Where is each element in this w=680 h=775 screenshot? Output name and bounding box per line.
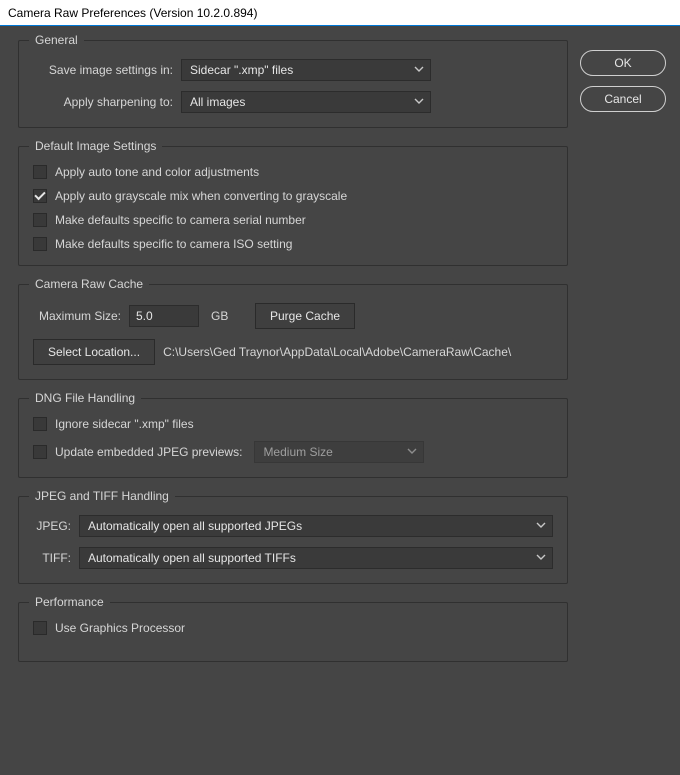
select-preview-size: Medium Size [254,441,424,463]
legend-general: General [29,33,84,47]
group-dng: DNG File Handling Ignore sidecar ".xmp" … [18,398,568,478]
select-tiff-handling[interactable]: Automatically open all supported TIFFs [79,547,553,569]
label-serial-specific: Make defaults specific to camera serial … [55,213,306,227]
action-buttons: OK Cancel [580,26,680,775]
cancel-button[interactable]: Cancel [580,86,666,112]
purge-cache-button[interactable]: Purge Cache [255,303,355,329]
select-preview-size-value: Medium Size [263,445,332,459]
window-title: Camera Raw Preferences (Version 10.2.0.8… [8,6,257,20]
label-auto-tone: Apply auto tone and color adjustments [55,165,259,179]
group-general: General Save image settings in: Sidecar … [18,40,568,128]
chevron-down-icon [414,92,424,112]
select-save-settings[interactable]: Sidecar ".xmp" files [181,59,431,81]
select-jpeg-handling[interactable]: Automatically open all supported JPEGs [79,515,553,537]
label-jpeg: JPEG: [33,519,71,533]
chevron-down-icon [536,516,546,536]
legend-performance: Performance [29,595,110,609]
checkbox-iso-specific[interactable] [33,237,47,251]
checkbox-ignore-sidecar[interactable] [33,417,47,431]
checkbox-auto-tone[interactable] [33,165,47,179]
legend-cache: Camera Raw Cache [29,277,149,291]
label-iso-specific: Make defaults specific to camera ISO set… [55,237,292,251]
label-max-size: Maximum Size: [33,309,121,323]
label-use-gpu: Use Graphics Processor [55,621,185,635]
label-auto-grayscale: Apply auto grayscale mix when converting… [55,189,347,203]
titlebar: Camera Raw Preferences (Version 10.2.0.8… [0,0,680,26]
label-tiff: TIFF: [33,551,71,565]
group-cache: Camera Raw Cache Maximum Size: GB Purge … [18,284,568,380]
select-location-button[interactable]: Select Location... [33,339,155,365]
ok-button[interactable]: OK [580,50,666,76]
label-gb-unit: GB [207,309,247,323]
input-max-size[interactable] [129,305,199,327]
label-save-settings: Save image settings in: [33,63,173,77]
checkbox-update-previews[interactable] [33,445,47,459]
label-sharpening: Apply sharpening to: [33,95,173,109]
chevron-down-icon [414,60,424,80]
select-save-settings-value: Sidecar ".xmp" files [190,63,293,77]
checkbox-serial-specific[interactable] [33,213,47,227]
select-jpeg-value: Automatically open all supported JPEGs [88,519,302,533]
select-tiff-value: Automatically open all supported TIFFs [88,551,296,565]
chevron-down-icon [407,442,417,462]
settings-panel: General Save image settings in: Sidecar … [0,26,580,775]
legend-dng: DNG File Handling [29,391,141,405]
legend-jpeg-tiff: JPEG and TIFF Handling [29,489,175,503]
select-sharpening-value: All images [190,95,245,109]
select-sharpening[interactable]: All images [181,91,431,113]
label-ignore-sidecar: Ignore sidecar ".xmp" files [55,417,194,431]
chevron-down-icon [536,548,546,568]
label-update-previews: Update embedded JPEG previews: [55,445,242,459]
group-performance: Performance Use Graphics Processor [18,602,568,662]
legend-defaults: Default Image Settings [29,139,162,153]
group-jpeg-tiff: JPEG and TIFF Handling JPEG: Automatical… [18,496,568,584]
content-area: General Save image settings in: Sidecar … [0,26,680,775]
group-defaults: Default Image Settings Apply auto tone a… [18,146,568,266]
cache-path: C:\Users\Ged Traynor\AppData\Local\Adobe… [163,345,511,359]
checkbox-use-gpu[interactable] [33,621,47,635]
checkbox-auto-grayscale[interactable] [33,189,47,203]
